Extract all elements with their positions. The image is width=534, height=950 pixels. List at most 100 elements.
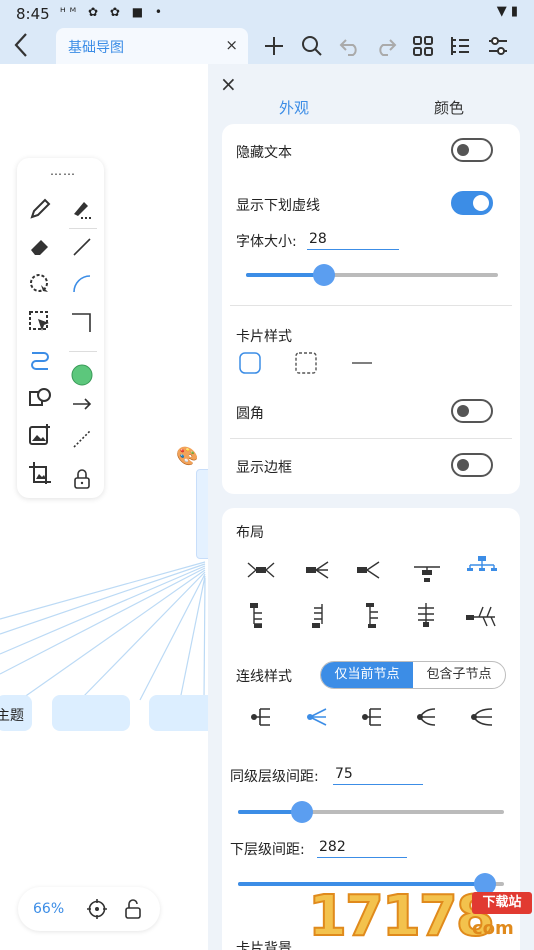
outline-button[interactable] — [448, 34, 472, 58]
layout-right-icon — [306, 561, 329, 579]
search-button[interactable] — [300, 34, 324, 58]
hide-text-toggle[interactable] — [451, 138, 493, 162]
grid-view-button[interactable] — [411, 34, 435, 58]
undo-button[interactable] — [338, 34, 362, 58]
tab-title: 基础导图 — [68, 40, 124, 56]
plus-icon — [265, 37, 283, 55]
underline-toggle[interactable] — [451, 191, 493, 215]
layout-option-left[interactable] — [353, 557, 387, 583]
arrow-tool[interactable] — [69, 391, 95, 417]
divider — [230, 438, 512, 439]
status-system-icons: ▼ ▮ — [496, 4, 518, 19]
tab-color[interactable]: 颜色 — [434, 97, 464, 118]
arc-tool[interactable] — [69, 271, 95, 297]
round-corner-toggle[interactable] — [451, 399, 493, 423]
marker-tool[interactable] — [69, 196, 95, 222]
hide-text-label: 隐藏文本 — [236, 145, 292, 161]
tab-close-button[interactable]: × — [225, 36, 238, 54]
shape-tool[interactable] — [27, 385, 53, 411]
pencil-icon — [30, 198, 51, 219]
line-style-curve[interactable] — [411, 704, 445, 730]
tab-document[interactable]: 基础导图 × — [56, 28, 248, 64]
arc-icon — [73, 275, 91, 293]
line-right-angle-icon — [251, 708, 270, 726]
shapes-icon — [29, 388, 51, 406]
settings-button[interactable] — [486, 34, 510, 58]
line-icon — [73, 238, 91, 256]
style-palette-icon[interactable]: 🎨 — [176, 446, 198, 467]
line-style-label: 连线样式 — [236, 669, 292, 685]
sibling-spacing-slider[interactable] — [238, 801, 504, 823]
watermark-badge: 下载站 — [472, 892, 532, 914]
status-notification-icons: ᴴᴹ ✿ ✿ ■ • — [60, 5, 166, 19]
outline-icon — [451, 37, 469, 55]
line-rounded-icon — [471, 708, 493, 726]
line-style-rounded[interactable] — [466, 704, 500, 730]
show-border-toggle[interactable] — [451, 453, 493, 477]
lasso-tool[interactable] — [27, 271, 53, 297]
topic-node[interactable] — [52, 695, 130, 731]
back-button[interactable] — [10, 30, 34, 60]
crosshair-icon[interactable] — [86, 898, 108, 920]
divider — [69, 351, 97, 352]
redo-button[interactable] — [374, 34, 398, 58]
line-style-bracket[interactable] — [357, 704, 391, 730]
line-tool[interactable] — [69, 234, 95, 260]
redo-icon — [379, 39, 397, 56]
frame-image-tool[interactable] — [27, 460, 53, 486]
dashed-line-tool[interactable] — [69, 426, 95, 452]
corner-tool[interactable] — [69, 309, 95, 335]
card-style-line-option[interactable] — [350, 351, 374, 375]
add-button[interactable] — [262, 34, 286, 58]
layout-option-timeline[interactable] — [356, 602, 390, 628]
toggle-knob — [457, 405, 469, 417]
appearance-card: 隐藏文本 显示下划虚线 字体大小: 28 卡片样式 圆角 显示边框 — [222, 124, 520, 494]
image-tool[interactable] — [27, 422, 53, 448]
card-background-label: 卡片背景 — [236, 941, 292, 950]
image-add-icon — [29, 424, 50, 445]
eraser-tool[interactable] — [27, 234, 53, 260]
drag-handle[interactable]: ⋯⋯ — [50, 167, 76, 181]
segment-current-node[interactable]: 仅当前节点 — [321, 662, 413, 688]
lock-tool[interactable] — [69, 466, 95, 492]
layout-tree-right-icon — [250, 603, 262, 628]
lower-spacing-input[interactable]: 282 — [317, 839, 407, 858]
unlock-icon[interactable] — [122, 898, 144, 920]
layout-option-right[interactable] — [302, 557, 336, 583]
segment-include-children[interactable]: 包含子节点 — [413, 662, 505, 688]
select-tool[interactable] — [27, 309, 53, 335]
layout-option-org[interactable] — [465, 552, 499, 578]
color-picker[interactable] — [69, 362, 95, 388]
pen-tool[interactable] — [27, 196, 53, 222]
sibling-spacing-input[interactable]: 75 — [333, 766, 423, 785]
font-size-input[interactable]: 28 — [307, 231, 399, 250]
layout-option-fishbone-vertical[interactable] — [410, 602, 444, 628]
layout-option-tree-right[interactable] — [242, 602, 276, 628]
card-style-dashed-option[interactable] — [294, 351, 318, 375]
layout-option-down[interactable] — [410, 557, 444, 583]
zoom-level[interactable]: 66% — [33, 901, 64, 917]
layout-option-fishbone[interactable] — [465, 602, 499, 628]
watermark-logo: 17178 下载站 com — [307, 883, 534, 950]
line-curve-icon — [417, 708, 436, 726]
connector-tool[interactable] — [27, 347, 53, 373]
font-size-slider[interactable] — [246, 264, 498, 286]
layout-option-tree-left[interactable] — [300, 602, 334, 628]
line-bracket-icon — [362, 708, 381, 726]
topic-node[interactable] — [149, 695, 214, 731]
panel-close-button[interactable]: × — [220, 72, 237, 96]
card-style-rounded-option[interactable] — [238, 351, 262, 375]
connector-icon — [31, 352, 49, 370]
slider-knob[interactable] — [313, 264, 336, 286]
layout-option-bilateral[interactable] — [244, 557, 278, 583]
color-swatch-icon — [71, 364, 93, 386]
tab-appearance[interactable]: 外观 — [279, 97, 309, 118]
slider-knob[interactable] — [290, 801, 313, 823]
layout-label: 布局 — [236, 525, 264, 541]
layout-org-icon — [467, 556, 497, 571]
lasso-icon — [30, 274, 48, 292]
font-size-label: 字体大小: — [236, 234, 297, 250]
divider — [230, 305, 512, 306]
line-style-straight[interactable] — [302, 704, 336, 730]
line-style-right-angle[interactable] — [246, 704, 280, 730]
